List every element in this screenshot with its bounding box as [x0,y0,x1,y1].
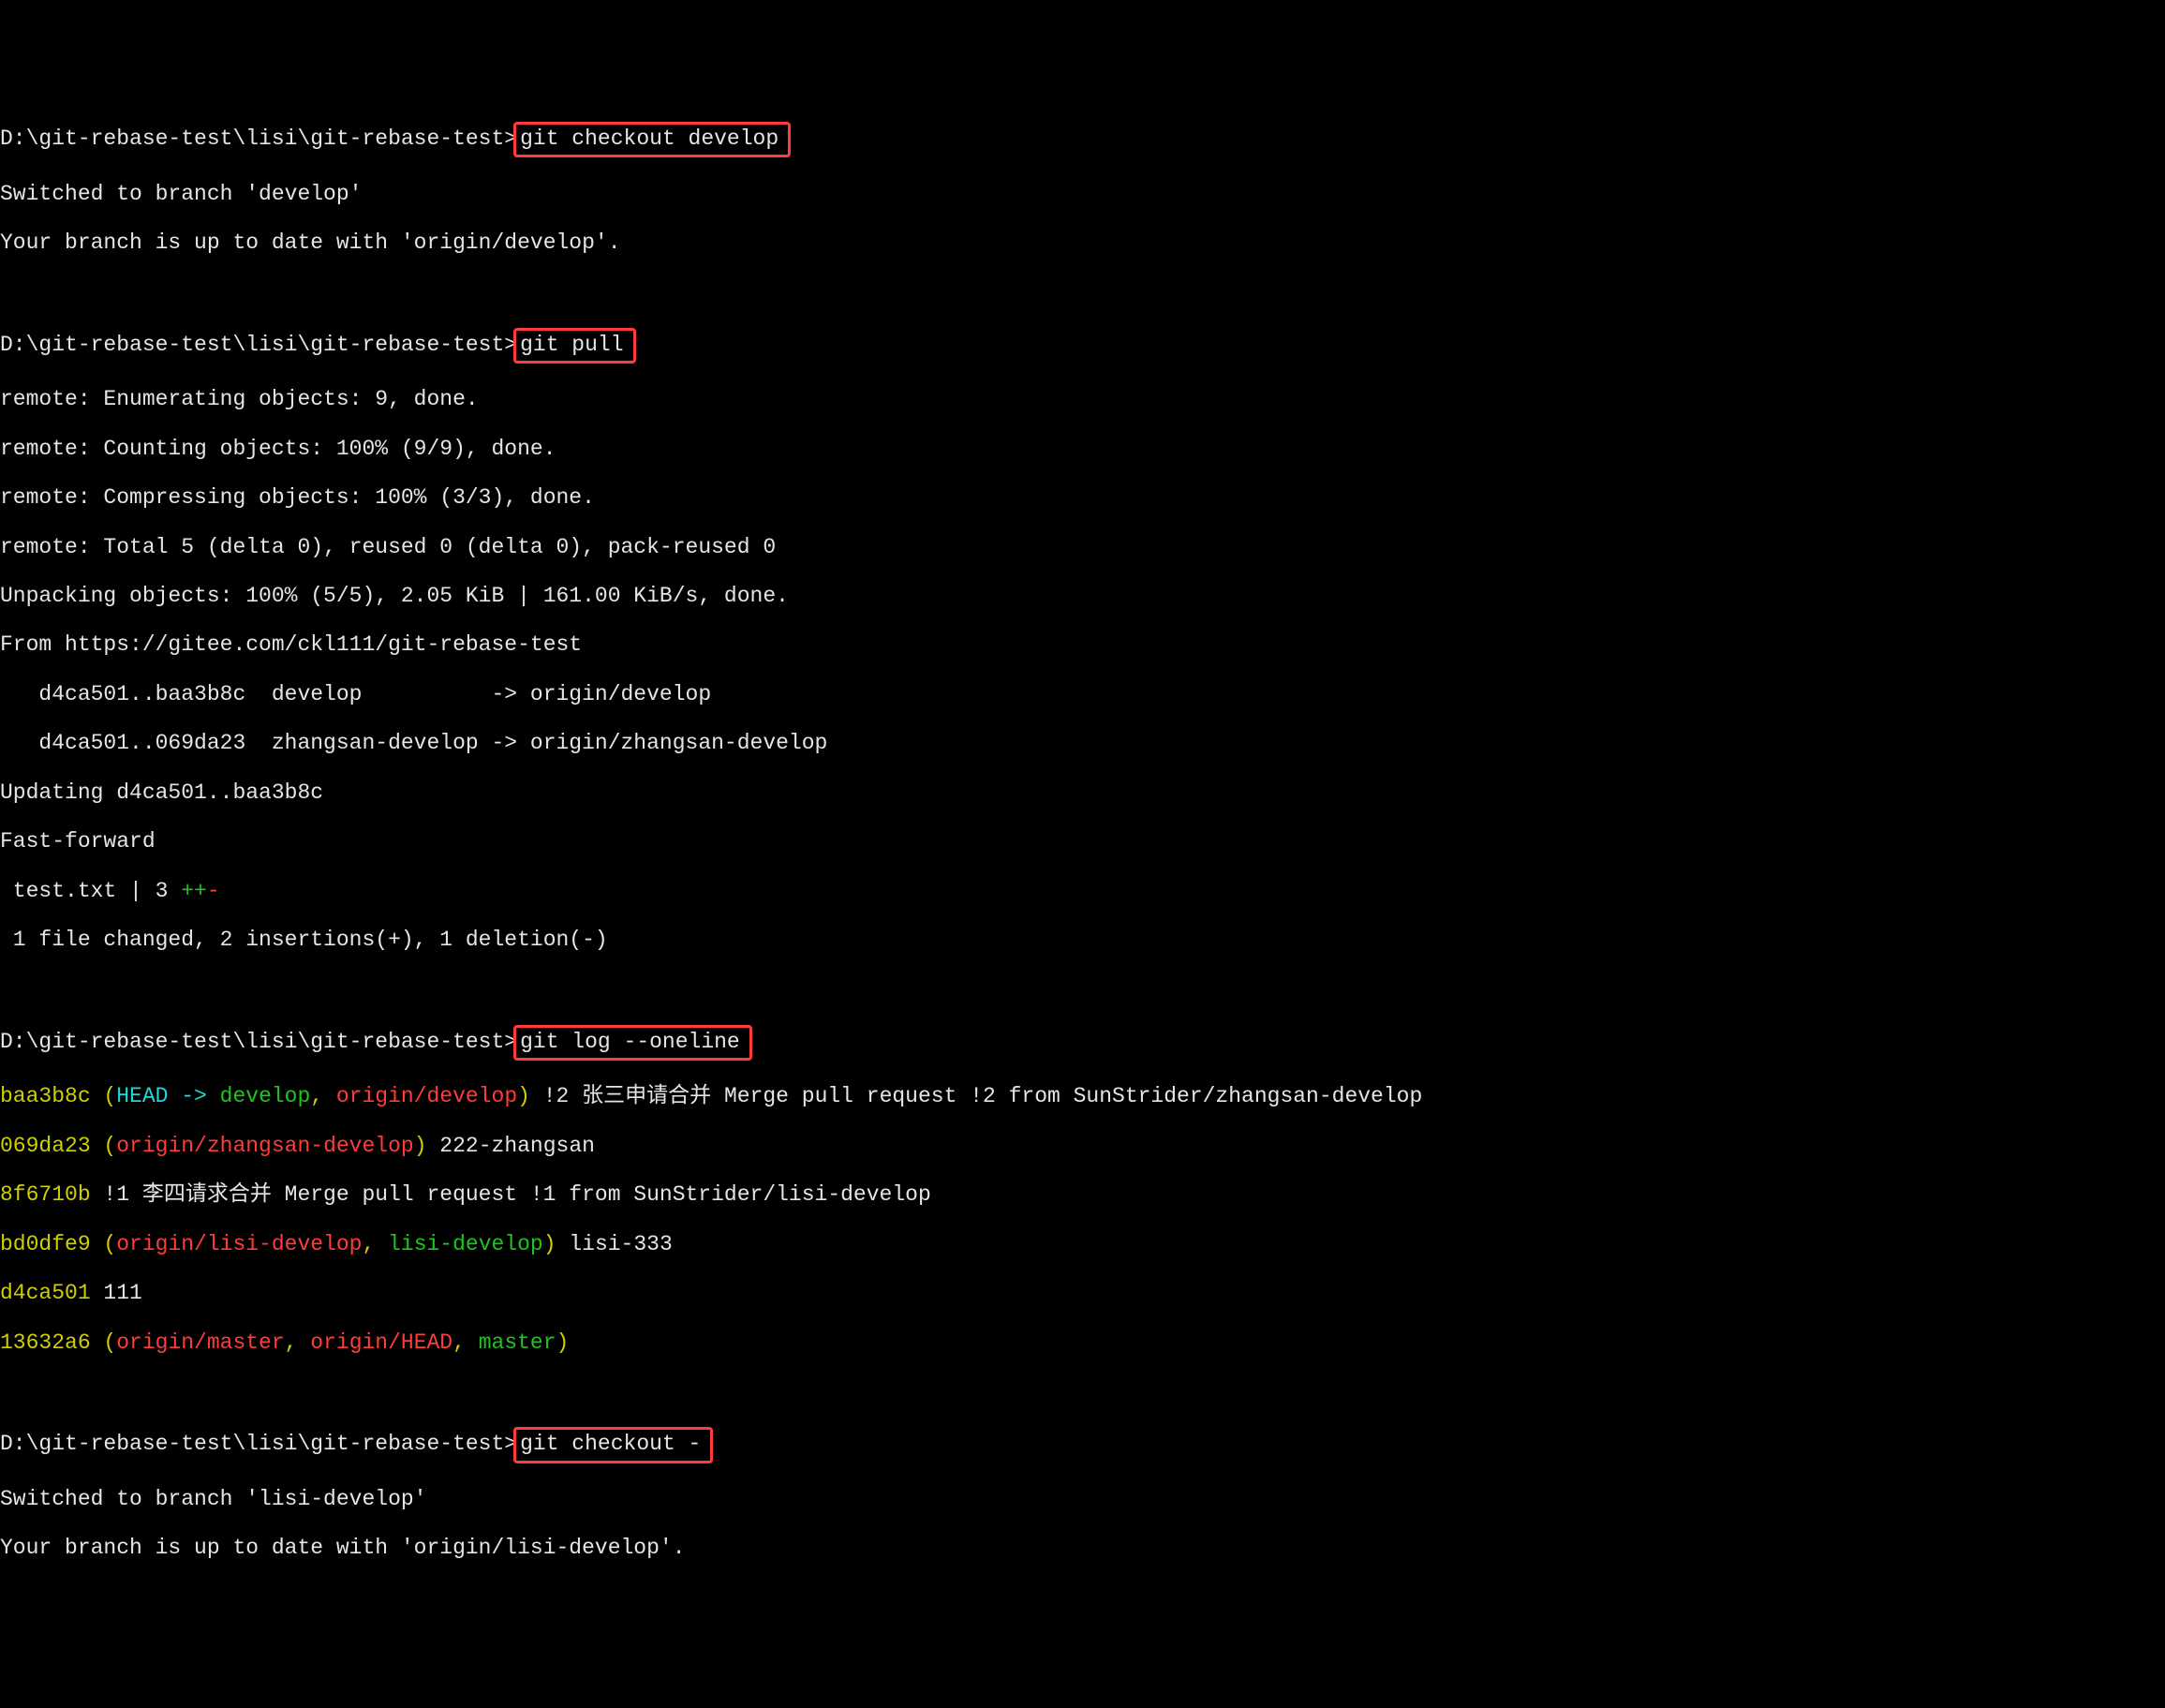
highlight-box: git pull [513,328,635,364]
commit-hash: d4ca501 [0,1281,91,1305]
cmd-line-1[interactable]: D:\git-rebase-test\lisi\git-rebase-test>… [0,123,2165,156]
commit-hash: 8f6710b [0,1182,91,1207]
cmd-line-4[interactable]: D:\git-rebase-test\lisi\git-rebase-test>… [0,1428,2165,1462]
log-line: d4ca501 111 [0,1281,2165,1305]
command: git checkout develop [520,126,779,151]
command: git pull [520,333,623,357]
paren: ( [91,1134,117,1158]
output-line: Your branch is up to date with 'origin/d… [0,230,2165,255]
output-line: remote: Compressing objects: 100% (3/3),… [0,485,2165,510]
output-line: Updating d4ca501..baa3b8c [0,780,2165,805]
output-line: From https://gitee.com/ckl111/git-rebase… [0,632,2165,657]
paren: ) [517,1084,530,1108]
prompt: D:\git-rebase-test\lisi\git-rebase-test> [0,126,517,151]
commit-hash: baa3b8c [0,1084,91,1108]
head-ref: HEAD -> [116,1084,219,1108]
diffstat-line: test.txt | 3 ++- [0,879,2165,903]
remote-branch: origin/HEAD [310,1330,452,1355]
output-line: remote: Counting objects: 100% (9/9), do… [0,437,2165,461]
commit-msg: 111 [91,1281,142,1305]
paren: ) [414,1134,427,1158]
sep: , [310,1084,336,1108]
commit-msg: 222-zhangsan [427,1134,595,1158]
output-line: Fast-forward [0,829,2165,854]
blank-line [0,1379,2165,1404]
log-line: bd0dfe9 (origin/lisi-develop, lisi-devel… [0,1232,2165,1256]
prompt: D:\git-rebase-test\lisi\git-rebase-test> [0,1432,517,1456]
output-line: 1 file changed, 2 insertions(+), 1 delet… [0,928,2165,952]
commit-hash: 069da23 [0,1134,91,1158]
local-branch: master [479,1330,556,1355]
output-line: d4ca501..baa3b8c develop -> origin/devel… [0,682,2165,706]
blank-line [0,279,2165,304]
local-branch: develop [220,1084,311,1108]
paren: ( [91,1330,117,1355]
diffstat-minus: - [207,879,220,903]
commit-hash: bd0dfe9 [0,1232,91,1256]
highlight-box: git checkout develop [513,122,791,157]
command: git checkout - [520,1432,701,1456]
remote-branch: origin/develop [336,1084,517,1108]
output-line: Switched to branch 'lisi-develop' [0,1487,2165,1511]
log-line: 8f6710b !1 李四请求合并 Merge pull request !1 … [0,1182,2165,1207]
command: git log --oneline [520,1030,740,1054]
blank-line [0,977,2165,1002]
output-line: Switched to branch 'develop' [0,182,2165,206]
remote-branch: origin/zhangsan-develop [116,1134,413,1158]
diffstat-plus: ++ [181,879,207,903]
paren: ) [556,1330,570,1355]
highlight-box: git log --oneline [513,1025,752,1061]
cmd-line-3[interactable]: D:\git-rebase-test\lisi\git-rebase-test>… [0,1026,2165,1060]
output-line: Your branch is up to date with 'origin/l… [0,1536,2165,1560]
commit-msg: lisi-333 [556,1232,673,1256]
cmd-line-2[interactable]: D:\git-rebase-test\lisi\git-rebase-test>… [0,329,2165,363]
remote-branch: origin/master [116,1330,284,1355]
sep: , [362,1232,388,1256]
prompt: D:\git-rebase-test\lisi\git-rebase-test> [0,1030,517,1054]
commit-msg: !1 李四请求合并 Merge pull request !1 from Sun… [91,1182,931,1207]
log-line: baa3b8c (HEAD -> develop, origin/develop… [0,1084,2165,1108]
output-line: remote: Enumerating objects: 9, done. [0,387,2165,411]
diffstat-file: test.txt | 3 [0,879,181,903]
output-line: remote: Total 5 (delta 0), reused 0 (del… [0,535,2165,559]
paren: ( [91,1084,117,1108]
paren: ) [543,1232,556,1256]
highlight-box: git checkout - [513,1427,713,1463]
commit-hash: 13632a6 [0,1330,91,1355]
output-line: Unpacking objects: 100% (5/5), 2.05 KiB … [0,584,2165,608]
sep: , [452,1330,479,1355]
paren: ( [91,1232,117,1256]
prompt: D:\git-rebase-test\lisi\git-rebase-test> [0,333,517,357]
output-line: d4ca501..069da23 zhangsan-develop -> ori… [0,731,2165,755]
local-branch: lisi-develop [388,1232,543,1256]
remote-branch: origin/lisi-develop [116,1232,362,1256]
terminal-output: D:\git-rebase-test\lisi\git-rebase-test>… [0,98,2165,1585]
log-line: 069da23 (origin/zhangsan-develop) 222-zh… [0,1134,2165,1158]
sep: , [285,1330,311,1355]
commit-msg: !2 张三申请合并 Merge pull request !2 from Sun… [530,1084,1422,1108]
log-line: 13632a6 (origin/master, origin/HEAD, mas… [0,1330,2165,1355]
